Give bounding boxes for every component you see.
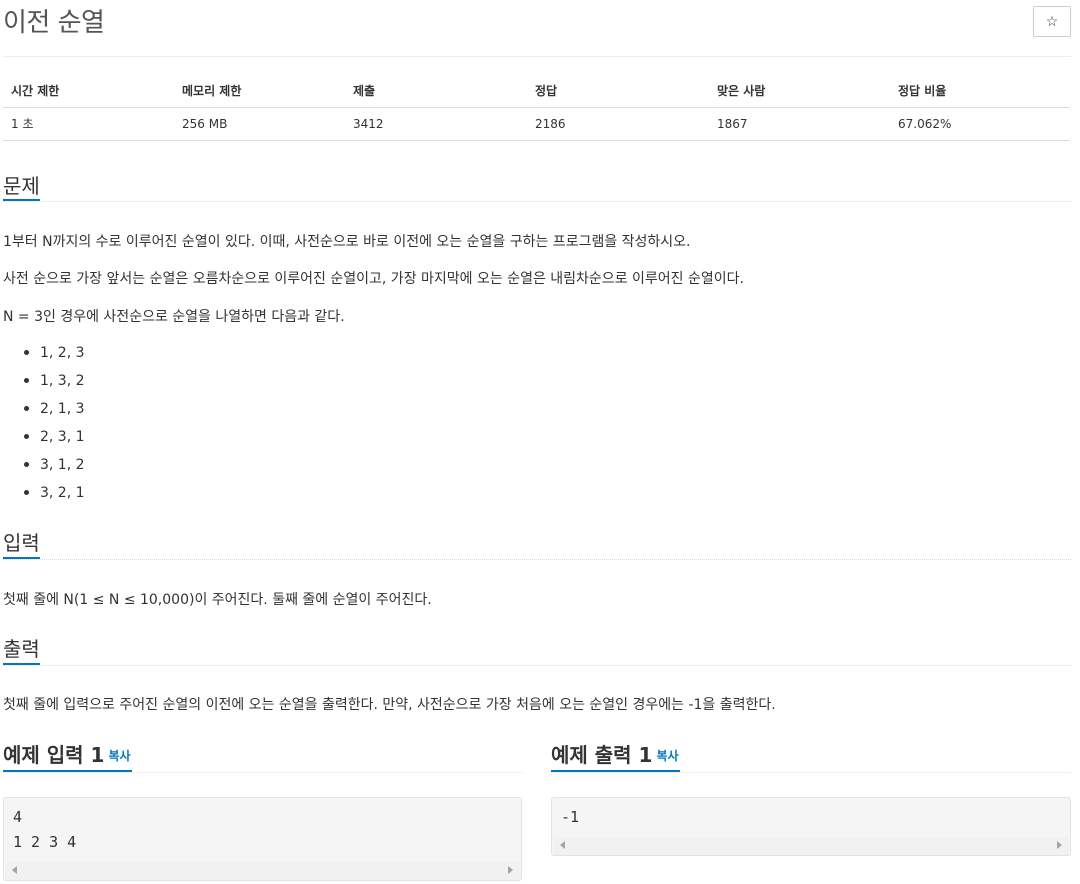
memory-limit-header: 메모리 제한 xyxy=(174,75,345,108)
star-icon: ☆ xyxy=(1045,13,1059,29)
list-item: 1, 2, 3 xyxy=(20,342,85,370)
accepted-header: 정답 xyxy=(527,75,709,108)
output-description: 첫째 줄에 입력으로 주어진 순열의 이전에 오는 순열을 출력한다. 만약, … xyxy=(3,697,776,713)
accepted-value: 2186 xyxy=(527,107,709,141)
output-heading: 출력 xyxy=(3,637,40,661)
copy-sample-output-link[interactable]: 복사 xyxy=(656,749,678,763)
info-header-row: 시간 제한 메모리 제한 제출 정답 맞은 사람 정답 비율 xyxy=(3,75,1070,108)
sample-input-box[interactable]: 4 1 2 3 4 xyxy=(3,797,522,881)
problem-info-table: 시간 제한 메모리 제한 제출 정답 맞은 사람 정답 비율 1 초 256 M… xyxy=(3,75,1070,141)
info-value-row: 1 초 256 MB 3412 2186 1867 67.062% xyxy=(3,107,1070,141)
accept-ratio-header: 정답 비율 xyxy=(890,75,1070,108)
sample-input-title: 예제 입력 1 xyxy=(3,743,105,767)
description-divider xyxy=(3,201,1071,202)
sample-input-heading: 예제 입력 1 복사 xyxy=(3,739,131,768)
scroll-right-icon[interactable] xyxy=(1057,841,1062,849)
solvers-header: 맞은 사람 xyxy=(709,75,890,108)
title-divider xyxy=(3,56,1071,57)
list-item: 2, 3, 1 xyxy=(20,426,85,454)
input-divider xyxy=(3,559,1071,560)
input-description: 첫째 줄에 N(1 ≤ N ≤ 10,000)이 주어진다. 둘째 줄에 순열이… xyxy=(3,592,432,608)
submissions-value: 3412 xyxy=(345,107,527,141)
solvers-value: 1867 xyxy=(709,107,890,141)
list-item: 3, 1, 2 xyxy=(20,454,85,482)
description-paragraph-1: 1부터 N까지의 수로 이루어진 순열이 있다. 이때, 사전순으로 바로 이전… xyxy=(3,234,691,250)
list-item: 3, 2, 1 xyxy=(20,482,85,510)
list-item: 2, 1, 3 xyxy=(20,398,85,426)
memory-limit-value: 256 MB xyxy=(174,107,345,141)
list-item: 1, 3, 2 xyxy=(20,370,85,398)
sample-output-scrollbar[interactable] xyxy=(553,837,1069,855)
scroll-left-icon[interactable] xyxy=(12,866,17,874)
output-divider xyxy=(3,665,1071,666)
copy-sample-input-link[interactable]: 복사 xyxy=(108,749,130,763)
sample-input-divider xyxy=(3,772,523,773)
scroll-right-icon[interactable] xyxy=(508,866,513,874)
description-paragraph-3: N = 3인 경우에 사전순으로 순열을 나열하면 다음과 같다. xyxy=(3,309,345,325)
sample-input-scrollbar[interactable] xyxy=(5,862,520,880)
sample-output-box[interactable]: -1 xyxy=(551,797,1071,856)
time-limit-value: 1 초 xyxy=(3,107,174,141)
sample-output-divider xyxy=(551,772,1071,773)
time-limit-header: 시간 제한 xyxy=(3,75,174,108)
sample-output-title: 예제 출력 1 xyxy=(551,743,653,767)
input-heading: 입력 xyxy=(3,531,40,555)
sample-input-line: 1 2 3 4 xyxy=(13,833,77,851)
description-heading: 문제 xyxy=(3,174,40,198)
accept-ratio-value: 67.062% xyxy=(890,107,1070,141)
permutation-list: 1, 2, 3 1, 3, 2 2, 1, 3 2, 3, 1 3, 1, 2 … xyxy=(20,342,85,510)
sample-input-line: 4 xyxy=(13,808,23,826)
description-paragraph-2: 사전 순으로 가장 앞서는 순열은 오름차순으로 이루어진 순열이고, 가장 마… xyxy=(3,271,744,287)
page-title: 이전 순열 xyxy=(3,8,105,38)
sample-output-line: -1 xyxy=(561,808,580,826)
sample-output-heading: 예제 출력 1 복사 xyxy=(551,739,679,768)
scroll-left-icon[interactable] xyxy=(560,841,565,849)
submissions-header: 제출 xyxy=(345,75,527,108)
star-button[interactable]: ☆ xyxy=(1033,6,1071,37)
